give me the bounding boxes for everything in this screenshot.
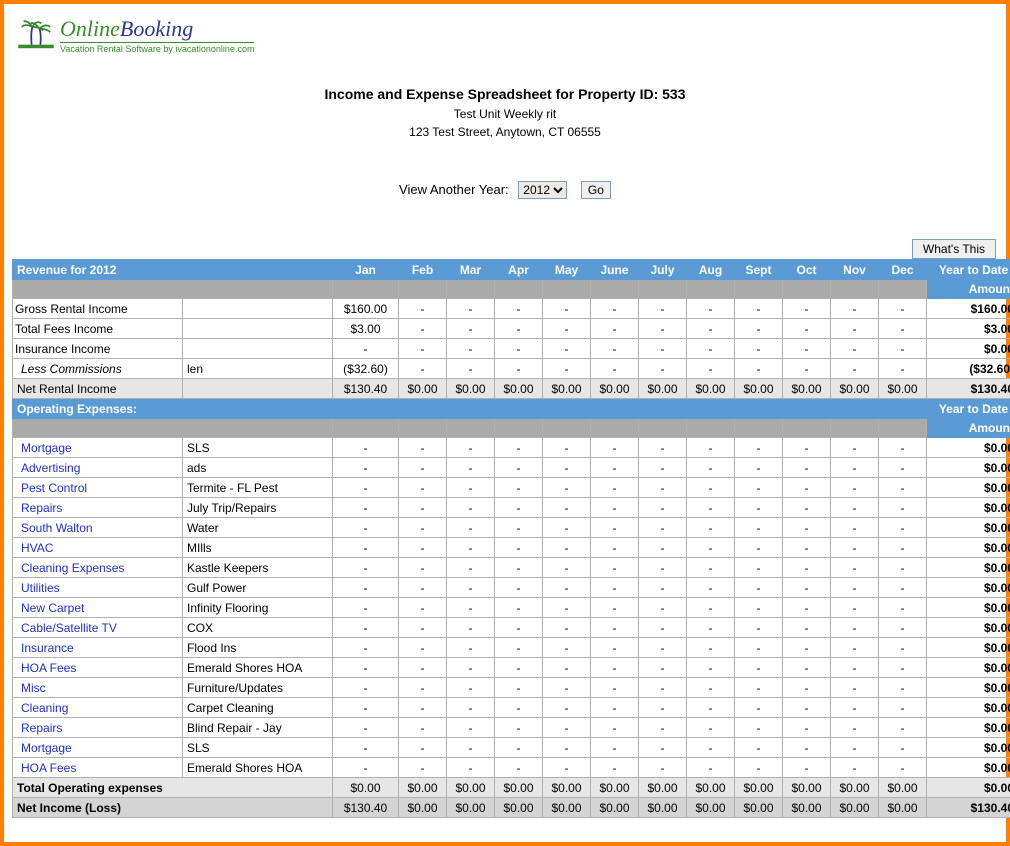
revenue-row: Total Fees Income$3.00-----------$3.00 bbox=[13, 319, 1010, 339]
opex-row: MortgageSLS------------$0.00 bbox=[13, 438, 1010, 458]
total-opex-row: Total Operating expenses$0.00$0.00$0.00$… bbox=[13, 778, 1010, 798]
expense-link[interactable]: New Carpet bbox=[13, 598, 183, 618]
opex-row: UtilitiesGulf Power------------$0.00 bbox=[13, 578, 1010, 598]
revenue-header-row: Revenue for 2012JanFebMarAprMayJuneJulyA… bbox=[13, 260, 1010, 280]
revenue-row: Insurance Income------------$0.00 bbox=[13, 339, 1010, 359]
opex-row: Cleaning ExpensesKastle Keepers---------… bbox=[13, 558, 1010, 578]
net-income-row: Net Income (Loss)$130.40$0.00$0.00$0.00$… bbox=[13, 798, 1010, 818]
expense-link[interactable]: South Walton bbox=[13, 518, 183, 538]
page-header: Income and Expense Spreadsheet for Prope… bbox=[12, 84, 998, 141]
revenue-row: Gross Rental Income$160.00-----------$16… bbox=[13, 299, 1010, 319]
year-label: View Another Year: bbox=[399, 182, 509, 197]
opex-row: Advertisingads------------$0.00 bbox=[13, 458, 1010, 478]
unit-name: Test Unit Weekly rit bbox=[12, 105, 998, 123]
logo-text: OnlineBooking Vacation Rental Software b… bbox=[60, 16, 254, 54]
opex-row: CleaningCarpet Cleaning------------$0.00 bbox=[13, 698, 1010, 718]
expense-link[interactable]: Utilities bbox=[13, 578, 183, 598]
opex-row: MortgageSLS------------$0.00 bbox=[13, 738, 1010, 758]
whats-this-row: What's This bbox=[12, 239, 998, 259]
expense-link[interactable]: Pest Control bbox=[13, 478, 183, 498]
expense-link[interactable]: Repairs bbox=[13, 498, 183, 518]
opex-row: Cable/Satellite TVCOX------------$0.00 bbox=[13, 618, 1010, 638]
revenue-row: Less Commissionslen($32.60)-----------($… bbox=[13, 359, 1010, 379]
page-title: Income and Expense Spreadsheet for Prope… bbox=[12, 84, 998, 105]
opex-row: New CarpetInfinity Flooring------------$… bbox=[13, 598, 1010, 618]
opex-row: HVACMIlls------------$0.00 bbox=[13, 538, 1010, 558]
opex-header-row: Operating Expenses:Year to Date bbox=[13, 399, 1010, 419]
go-button[interactable]: Go bbox=[581, 181, 611, 199]
year-select[interactable]: 2012 bbox=[518, 181, 567, 199]
expense-link[interactable]: Misc bbox=[13, 678, 183, 698]
income-expense-table: Revenue for 2012JanFebMarAprMayJuneJulyA… bbox=[12, 259, 1010, 818]
expense-link[interactable]: Cleaning bbox=[13, 698, 183, 718]
expense-link[interactable]: Mortgage bbox=[13, 738, 183, 758]
opex-row: South WaltonWater------------$0.00 bbox=[13, 518, 1010, 538]
opex-row: RepairsJuly Trip/Repairs------------$0.0… bbox=[13, 498, 1010, 518]
opex-row: InsuranceFlood Ins------------$0.00 bbox=[13, 638, 1010, 658]
expense-link[interactable]: Cleaning Expenses bbox=[13, 558, 183, 578]
palm-tree-icon bbox=[18, 18, 54, 53]
expense-link[interactable]: Advertising bbox=[13, 458, 183, 478]
expense-link[interactable]: Cable/Satellite TV bbox=[13, 618, 183, 638]
expense-link[interactable]: Insurance bbox=[13, 638, 183, 658]
opex-row: Pest ControlTermite - FL Pest-----------… bbox=[13, 478, 1010, 498]
year-selector-row: View Another Year: 2012 Go bbox=[12, 181, 998, 199]
whats-this-button[interactable]: What's This bbox=[912, 239, 996, 259]
net-rental-row: Net Rental Income$130.40$0.00$0.00$0.00$… bbox=[13, 379, 1010, 399]
address: 123 Test Street, Anytown, CT 06555 bbox=[12, 123, 998, 141]
opex-row: HOA FeesEmerald Shores HOA------------$0… bbox=[13, 758, 1010, 778]
expense-link[interactable]: HOA Fees bbox=[13, 758, 183, 778]
expense-link[interactable]: HOA Fees bbox=[13, 658, 183, 678]
expense-link[interactable]: Repairs bbox=[13, 718, 183, 738]
expense-link[interactable]: HVAC bbox=[13, 538, 183, 558]
logo-block: OnlineBooking Vacation Rental Software b… bbox=[12, 12, 998, 54]
opex-row: RepairsBlind Repair - Jay------------$0.… bbox=[13, 718, 1010, 738]
opex-row: HOA FeesEmerald Shores HOA------------$0… bbox=[13, 658, 1010, 678]
app-frame: OnlineBooking Vacation Rental Software b… bbox=[0, 0, 1010, 846]
expense-link[interactable]: Mortgage bbox=[13, 438, 183, 458]
opex-row: MiscFurniture/Updates------------$0.00 bbox=[13, 678, 1010, 698]
